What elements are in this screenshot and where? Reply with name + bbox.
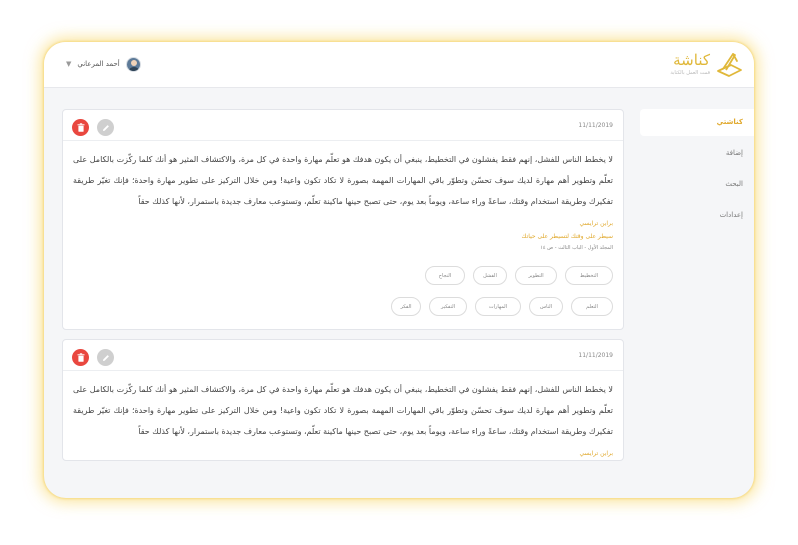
tag-chip[interactable]: التخطيط <box>565 266 613 285</box>
app-logo[interactable]: كناشة قمت العمل بالكتابة <box>670 49 744 79</box>
book-logo-icon <box>717 53 742 77</box>
tag-chip[interactable]: الناس <box>529 297 563 316</box>
pencil-icon <box>102 124 109 131</box>
tag-chip[interactable]: التطوير <box>515 266 557 285</box>
avatar[interactable] <box>125 56 141 72</box>
note-card: 11/11/2019 لا يخطط الناس للفشل، إنهم فقط… <box>62 339 624 461</box>
note-meta: المجلد الأول - الباب الثالث - ص ١٤ <box>540 245 613 251</box>
edit-button[interactable] <box>97 349 114 366</box>
edit-button[interactable] <box>97 119 114 136</box>
tag-chip[interactable]: الفشل <box>473 266 507 285</box>
sidebar-item-add[interactable]: إضافة <box>640 140 754 167</box>
sidebar-item-search[interactable]: البحث <box>640 171 754 198</box>
tag-list: التخطيط التطوير الفشل النجاح التعلم النا… <box>63 254 623 329</box>
user-menu[interactable]: ▼ أحمد المرعاني <box>66 54 141 74</box>
tag-chip[interactable]: التفكير <box>429 297 467 316</box>
delete-button[interactable] <box>72 349 89 366</box>
sidebar-nav: كناشتي إضافة البحث إعدادات <box>640 109 754 233</box>
user-name[interactable]: أحمد المرعاني <box>77 60 119 68</box>
sidebar-item-notebook[interactable]: كناشتي <box>640 109 754 136</box>
note-card-header: 11/11/2019 <box>63 340 623 371</box>
note-date: 11/11/2019 <box>578 122 613 129</box>
note-card: 11/11/2019 لا يخطط الناس للفشل، إنهم فقط… <box>62 109 624 330</box>
tag-chip[interactable]: المهارات <box>475 297 521 316</box>
notes-feed: 11/11/2019 لا يخطط الناس للفشل، إنهم فقط… <box>62 109 624 498</box>
note-author[interactable]: براين ترايسي <box>63 212 623 230</box>
trash-icon <box>77 353 84 362</box>
logo-tagline: قمت العمل بالكتابة <box>670 69 710 76</box>
tag-chip[interactable]: النجاح <box>425 266 465 285</box>
delete-button[interactable] <box>72 119 89 136</box>
chevron-down-icon[interactable]: ▼ <box>66 60 71 68</box>
note-body: لا يخطط الناس للفشل، إنهم فقط يفشلون في … <box>73 385 613 436</box>
note-date: 11/11/2019 <box>578 352 613 359</box>
top-bar: ▼ أحمد المرعاني كناشة قمت العمل بالكتابة <box>44 42 754 88</box>
note-author[interactable]: براين ترايسي <box>63 442 623 460</box>
sidebar-item-settings[interactable]: إعدادات <box>640 202 754 229</box>
note-card-header: 11/11/2019 <box>63 110 623 141</box>
logo-name: كناشة <box>673 50 710 69</box>
pencil-icon <box>102 354 109 361</box>
note-source[interactable]: سيطر على وقتك لتسيطر على حياتك <box>63 230 623 243</box>
trash-icon <box>77 123 84 132</box>
note-body: لا يخطط الناس للفشل، إنهم فقط يفشلون في … <box>73 155 613 206</box>
tag-chip[interactable]: التعلم <box>571 297 613 316</box>
tag-chip[interactable]: الفكر <box>391 297 421 316</box>
app-window: ▼ أحمد المرعاني كناشة قمت العمل بالكتابة <box>44 42 754 498</box>
